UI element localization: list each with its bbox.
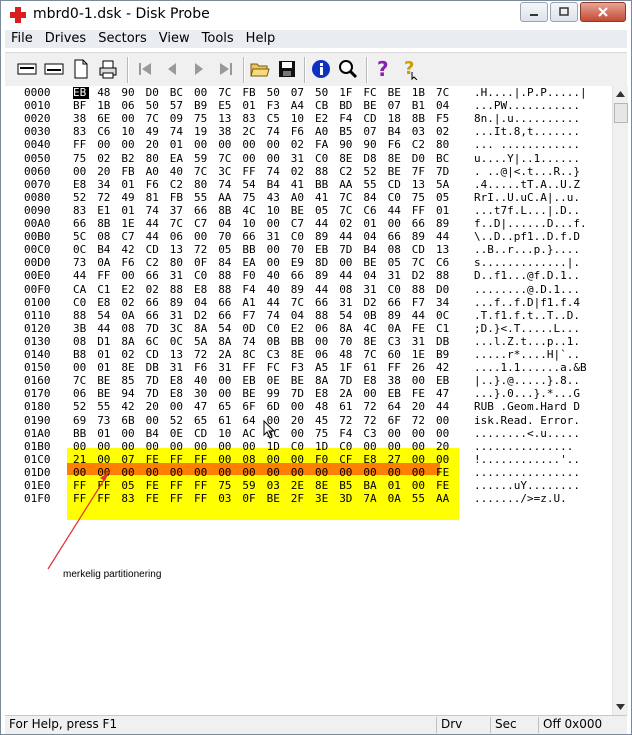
status-drive: Drv <box>436 717 489 733</box>
status-offset: Off 0x000 <box>538 717 627 733</box>
scroll-up-icon <box>616 91 625 97</box>
scroll-down-icon <box>616 704 625 710</box>
mouse-cursor-icon <box>263 420 276 439</box>
status-help: For Help, press F1 <box>9 717 118 731</box>
scroll-thumb[interactable] <box>614 103 628 123</box>
scroll-up-button[interactable] <box>613 86 628 102</box>
scroll-down-button[interactable] <box>613 699 628 715</box>
status-sector: Sec <box>490 717 539 733</box>
vertical-scrollbar[interactable] <box>612 86 628 715</box>
status-bar: For Help, press F1 Drv Sec Off 0x000 <box>5 715 627 734</box>
annotation-arrow <box>47 471 110 570</box>
annotation-text: merkelig partitionering <box>63 569 162 580</box>
